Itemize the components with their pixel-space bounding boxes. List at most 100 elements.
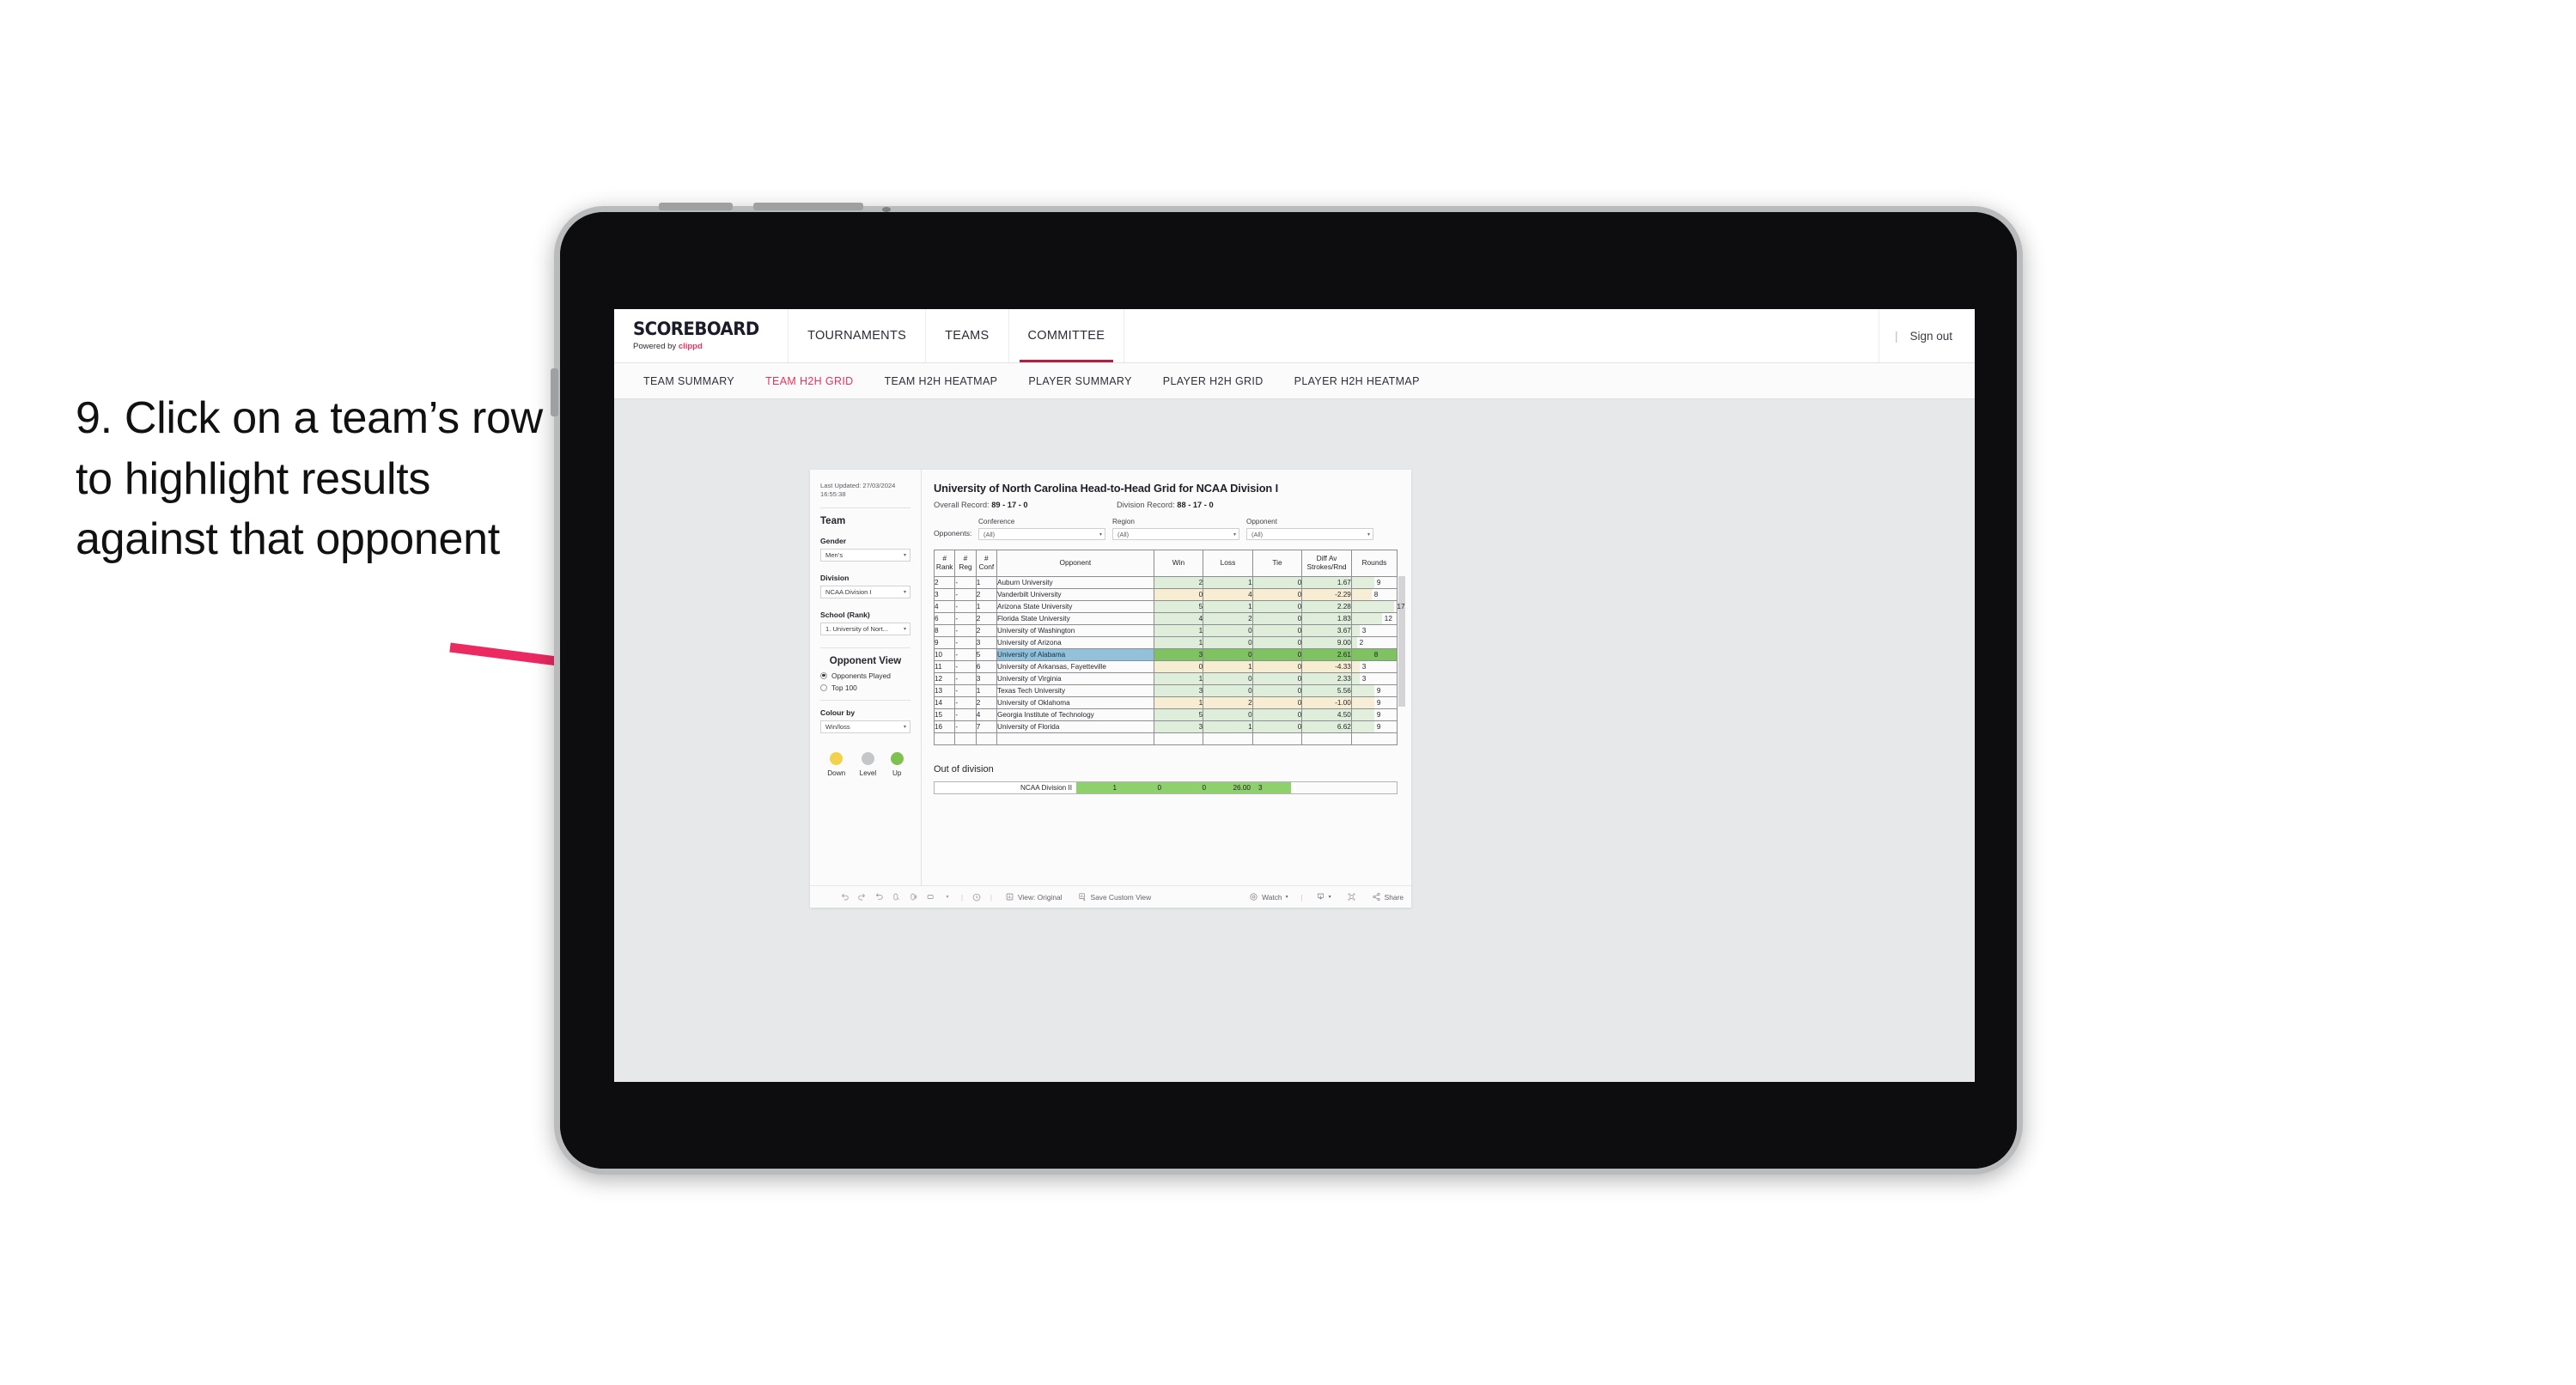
col-reg[interactable]: # Reg bbox=[954, 550, 977, 577]
share-button[interactable]: Share bbox=[1364, 892, 1411, 902]
cell-tie: 0 bbox=[1251, 576, 1303, 589]
cell-win: 3 bbox=[1153, 720, 1204, 733]
table-row[interactable]: 10-5 University of Alabama 3 0 0 2.61 8 bbox=[933, 648, 1398, 661]
school-rank-select[interactable]: 1. University of Nort... ▾ bbox=[820, 622, 910, 635]
col-tie[interactable]: Tie bbox=[1251, 550, 1303, 577]
table-row[interactable]: 16-7 University of Florida 3 1 0 6.62 9 bbox=[933, 720, 1398, 733]
cell-diff: 3.67 bbox=[1301, 624, 1352, 637]
col-diff-av-strokes[interactable]: Diff Av Strokes/Rnd bbox=[1301, 550, 1352, 577]
table-row[interactable]: 6-2 Florida State University 4 2 0 1.83 12 bbox=[933, 612, 1398, 625]
filter-region-select[interactable]: (All) ▾ bbox=[1112, 528, 1239, 540]
radio-top-100[interactable]: Top 100 bbox=[820, 683, 910, 692]
rounds-bar bbox=[1351, 721, 1374, 732]
legend-label-up: Up bbox=[892, 768, 902, 777]
table-row[interactable]: 15-4 Georgia Institute of Technology 5 0 0 4.… bbox=[933, 708, 1398, 721]
table-blank-row bbox=[933, 732, 1398, 745]
redo-icon[interactable] bbox=[853, 892, 870, 902]
col-win[interactable]: Win bbox=[1153, 550, 1204, 577]
cell-opponent: Auburn University bbox=[996, 576, 1154, 589]
cell-conf: 3 bbox=[975, 672, 998, 685]
table-row[interactable]: 11-6 University of Arkansas, Fayetteville… bbox=[933, 660, 1398, 673]
cell-diff: 1.67 bbox=[1301, 576, 1352, 589]
cell-rank: 4 bbox=[933, 600, 956, 613]
col-opponent[interactable]: Opponent bbox=[996, 550, 1154, 577]
history-icon[interactable] bbox=[968, 892, 985, 902]
sign-out-link[interactable]: Sign out bbox=[1909, 330, 1952, 343]
pause-icon[interactable] bbox=[904, 892, 922, 902]
cell-opponent: University of Oklahoma bbox=[996, 696, 1154, 709]
brand-logo[interactable]: SCOREBOARD Powered by clippd bbox=[614, 309, 789, 362]
cell-rounds: 9 bbox=[1350, 684, 1398, 697]
tab-player-summary[interactable]: PLAYER SUMMARY bbox=[1013, 375, 1147, 387]
cell-conf: 7 bbox=[975, 720, 998, 733]
cell-conf: 1 bbox=[975, 600, 998, 613]
table-scrollbar-thumb[interactable] bbox=[1398, 576, 1405, 707]
tab-player-h2h-heatmap[interactable]: PLAYER H2H HEATMAP bbox=[1279, 375, 1435, 387]
tab-team-h2h-grid[interactable]: TEAM H2H GRID bbox=[750, 375, 868, 387]
gender-select-value: Men’s bbox=[825, 550, 843, 559]
table-row[interactable]: 3-2 Vanderbilt University 0 4 0 -2.29 8 bbox=[933, 588, 1398, 601]
filter-region-value: (All) bbox=[1117, 530, 1130, 538]
out-of-division-win: 1 bbox=[1076, 782, 1121, 793]
col-rounds[interactable]: Rounds bbox=[1350, 550, 1398, 577]
watch-button[interactable]: Watch ▾ bbox=[1241, 892, 1295, 902]
rounds-value: 3 bbox=[1361, 675, 1367, 683]
table-row[interactable]: 4-1 Arizona State University 5 1 0 2.28 17 bbox=[933, 600, 1405, 613]
tab-player-h2h-grid[interactable]: PLAYER H2H GRID bbox=[1148, 375, 1279, 387]
legend-item-up: Up bbox=[890, 751, 904, 777]
cell-tie: 0 bbox=[1251, 672, 1303, 685]
view-original-button[interactable]: View: Original bbox=[997, 892, 1070, 902]
opponent-filters: Opponents: Conference (All) ▾ Region (Al… bbox=[934, 518, 1398, 540]
download-button[interactable]: ▾ bbox=[1308, 892, 1339, 902]
tab-team-summary[interactable]: TEAM SUMMARY bbox=[628, 375, 750, 387]
col-loss[interactable]: Loss bbox=[1203, 550, 1253, 577]
colour-by-select[interactable]: Win/loss ▾ bbox=[820, 720, 910, 733]
table-row[interactable]: 2-1 Auburn University 2 1 0 1.67 9 bbox=[933, 576, 1398, 589]
save-custom-view-button[interactable]: Save Custom View bbox=[1070, 892, 1160, 902]
nav-item-tournaments[interactable]: TOURNAMENTS bbox=[789, 309, 927, 362]
table-row[interactable]: 14-2 University of Oklahoma 1 2 0 -1.00 9 bbox=[933, 696, 1398, 709]
refresh-icon[interactable] bbox=[887, 892, 904, 902]
table-row[interactable]: 12-3 University of Virginia 1 0 0 2.33 3 bbox=[933, 672, 1398, 685]
division-record-value: 88 - 17 - 0 bbox=[1177, 501, 1214, 509]
table-row[interactable]: 13-1 Texas Tech University 3 0 0 5.56 9 bbox=[933, 684, 1398, 697]
table-row[interactable]: 9-3 University of Arizona 1 0 0 9.00 2 bbox=[933, 636, 1398, 649]
nav-item-committee[interactable]: COMMITTEE bbox=[1009, 309, 1125, 362]
cell-conf: 5 bbox=[975, 648, 998, 661]
records-row: Overall Record: 89 - 17 - 0 Division Rec… bbox=[934, 501, 1398, 509]
nav-item-teams[interactable]: TEAMS bbox=[926, 309, 1009, 362]
download-icon bbox=[1316, 892, 1325, 902]
division-select[interactable]: NCAA Division I ▾ bbox=[820, 585, 910, 598]
cell-tie: 0 bbox=[1251, 624, 1303, 637]
gender-select[interactable]: Men’s ▾ bbox=[820, 548, 910, 562]
cell-tie: 0 bbox=[1251, 708, 1303, 721]
undo-icon[interactable] bbox=[836, 892, 853, 902]
col-rank[interactable]: # Rank bbox=[933, 550, 956, 577]
nav-separator: | bbox=[1894, 329, 1898, 343]
cell-loss: 1 bbox=[1203, 720, 1253, 733]
rounds-bar bbox=[1351, 577, 1374, 588]
filter-conference-value: (All) bbox=[984, 530, 996, 538]
tab-team-h2h-heatmap[interactable]: TEAM H2H HEATMAP bbox=[869, 375, 1014, 387]
cell-tie: 0 bbox=[1251, 648, 1303, 661]
filter-opponent-select[interactable]: (All) ▾ bbox=[1246, 528, 1373, 540]
school-rank-select-value: 1. University of Nort... bbox=[825, 624, 889, 633]
out-of-division-row[interactable]: NCAA Division II 1 0 0 26.00 3 bbox=[934, 781, 1398, 794]
rounds-value: 9 bbox=[1376, 687, 1381, 695]
cell-win: 3 bbox=[1153, 648, 1204, 661]
cell-tie: 0 bbox=[1251, 600, 1303, 613]
blank-cell bbox=[1203, 732, 1253, 745]
dashboard-panel: Last Updated: 27/03/2024 16:55:38 Team G… bbox=[810, 470, 1411, 908]
cell-diff: 2.61 bbox=[1301, 648, 1352, 661]
rectangle-select-icon[interactable] bbox=[922, 892, 939, 902]
cell-tie: 0 bbox=[1251, 612, 1303, 625]
cell-conf: 3 bbox=[975, 636, 998, 649]
col-conf[interactable]: # Conf bbox=[975, 550, 998, 577]
table-row[interactable]: 8-2 University of Washington 1 0 0 3.67 3 bbox=[933, 624, 1398, 637]
radio-opponents-played[interactable]: Opponents Played bbox=[820, 671, 910, 680]
revert-icon[interactable] bbox=[870, 892, 887, 902]
filter-conference-select[interactable]: (All) ▾ bbox=[978, 528, 1105, 540]
fullscreen-button[interactable] bbox=[1339, 892, 1364, 902]
chevron-down-icon[interactable]: ▾ bbox=[939, 894, 956, 900]
filter-conference: Conference (All) ▾ bbox=[978, 518, 1105, 540]
